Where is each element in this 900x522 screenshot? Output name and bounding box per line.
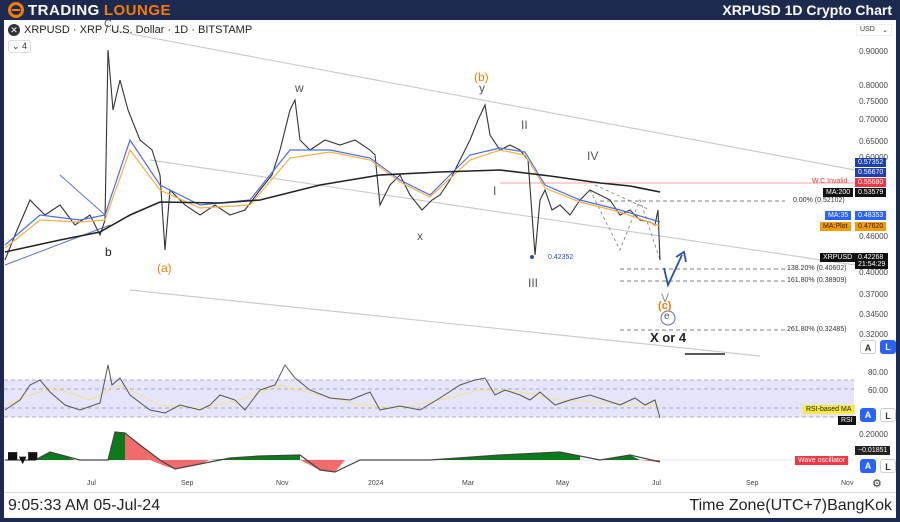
rsi-ma-tag: RSI-based MA xyxy=(803,405,855,414)
price-label: 0.34500 xyxy=(859,310,888,319)
settings-gear-icon[interactable]: ⚙ xyxy=(872,477,882,490)
rsi-band xyxy=(4,380,854,417)
channel-middle xyxy=(149,159,856,266)
time-label: May xyxy=(556,480,570,487)
fib-0-label: 0.00% (0.52102) xyxy=(793,197,845,204)
time-label: Mar xyxy=(462,480,475,487)
wave-label-I: I xyxy=(493,184,497,198)
wave-label-III: III xyxy=(528,276,539,290)
wave-label-x-or-4: X or 4 xyxy=(650,330,687,345)
ma-plot-line xyxy=(4,148,661,249)
wc-invalid-tag: 0.55680 xyxy=(855,178,887,187)
wave-oscillator-tag: Wave oscillator xyxy=(795,456,849,465)
time-label: Nov xyxy=(841,480,854,487)
ma200-line xyxy=(4,169,661,253)
osc-red-area xyxy=(125,433,660,472)
time-label: Jul xyxy=(87,480,96,487)
price-label: 0.40000 xyxy=(859,268,888,277)
projection-arrow xyxy=(663,254,683,288)
low-price-label: 0.42352 xyxy=(548,254,574,261)
price-label: 0.75000 xyxy=(859,97,888,106)
close-symbol-icon[interactable]: ✕ xyxy=(8,24,20,36)
ma200-label: MA:200 xyxy=(823,188,854,197)
wc-invalid-label: W.C.Invalid xyxy=(812,178,848,185)
symbol-header[interactable]: ✕ XRPUSD · XRP / U.S. Dollar · 1D · BITST… xyxy=(8,24,252,36)
chevron-down-icon: ⌄ xyxy=(882,27,888,34)
osc-log-button[interactable]: L xyxy=(880,459,896,473)
wave-label-IV: IV xyxy=(587,149,599,163)
osc-020-label: 0.20000 xyxy=(859,430,888,439)
log-scale-button[interactable]: L xyxy=(880,340,896,354)
rsi-tag: RSI xyxy=(838,416,856,425)
auto-scale-button[interactable]: A xyxy=(860,340,876,354)
ma35-tag: 0.48353 xyxy=(855,211,887,220)
last-price: 0.42268 xyxy=(858,254,884,261)
indicators-toggle[interactable]: ⌄ 4 xyxy=(8,40,32,53)
price-label: 0.65000 xyxy=(859,137,888,146)
chevron-down-icon: ⌄ xyxy=(12,41,23,51)
price-label: 0.46000 xyxy=(859,232,888,241)
price-label: 0.90000 xyxy=(859,47,888,56)
time-label: Jul xyxy=(652,480,661,487)
footer-timezone: Time Zone(UTC+7)BangKok xyxy=(689,497,892,514)
rsi-log-button[interactable]: L xyxy=(880,408,896,422)
footer: 9:05:33 AM 05-Jul-24 Time Zone(UTC+7)Ban… xyxy=(4,492,896,518)
symbol-description: XRPUSD · XRP / U.S. Dollar · 1D · BITSTA… xyxy=(24,24,253,36)
fib-1618-label: 161.80% (0.38909) xyxy=(787,277,847,284)
price-label: 0.32000 xyxy=(859,330,888,339)
price-label: 0.70000 xyxy=(859,115,888,124)
price-tag: 0.57352 xyxy=(855,158,887,167)
currency-select[interactable]: USD ⌄ xyxy=(856,24,892,36)
symbol-tag: XRPUSD xyxy=(820,253,856,262)
trendline-left-2 xyxy=(59,174,106,216)
ma35-label: MA:35 xyxy=(825,211,852,220)
time-label: Nov xyxy=(276,480,289,487)
wave-label-x: x xyxy=(417,229,423,243)
price-series xyxy=(4,49,661,261)
osc-value-tag: −0.01851 xyxy=(855,446,891,455)
price-label: 0.37000 xyxy=(859,290,888,299)
rsi-60-label: 60.00 xyxy=(867,386,888,395)
wave-label-a-paren: (a) xyxy=(157,261,172,275)
footer-datetime: 9:05:33 AM 05-Jul-24 xyxy=(8,497,161,514)
price-tag: 0.56670 xyxy=(855,168,887,177)
wedge-lines xyxy=(589,189,661,261)
osc-auto-button[interactable]: A xyxy=(860,459,876,473)
wave-label-y: y xyxy=(479,81,485,95)
wave-label-b: b xyxy=(105,245,112,259)
fib-2618-label: 261.80% (0.32485) xyxy=(787,326,847,333)
channel-upper xyxy=(109,29,856,171)
wave-label-C: C xyxy=(104,18,112,30)
time-label: 2024 xyxy=(368,480,384,487)
rsi-80-label: 80.00 xyxy=(867,368,888,377)
low-point-marker xyxy=(530,255,534,259)
tradingview-logo-icon: ▀▼▀ xyxy=(8,452,37,467)
time-label: Sep xyxy=(746,480,759,487)
indicator-count: 4 xyxy=(22,41,28,51)
last-price-tag: 0.42268 21:54:29 xyxy=(855,253,889,269)
fib-1382-label: 138.20% (0.40602) xyxy=(787,265,847,272)
wave-label-II: II xyxy=(521,118,528,132)
price-label: 0.80000 xyxy=(859,81,888,90)
ma200-tag: 0.53579 xyxy=(855,188,887,197)
currency-value: USD xyxy=(860,26,875,33)
bar-countdown: 21:54:29 xyxy=(858,261,886,268)
rsi-auto-button[interactable]: A xyxy=(860,408,876,422)
chart-drawing xyxy=(4,29,856,473)
wave-label-w: w xyxy=(295,81,304,95)
maplot-label: MA:Plot xyxy=(820,222,851,231)
maplot-tag: 0.47620 xyxy=(855,222,887,231)
wave-label-e: e xyxy=(664,311,670,322)
time-label: Sep xyxy=(181,480,194,487)
